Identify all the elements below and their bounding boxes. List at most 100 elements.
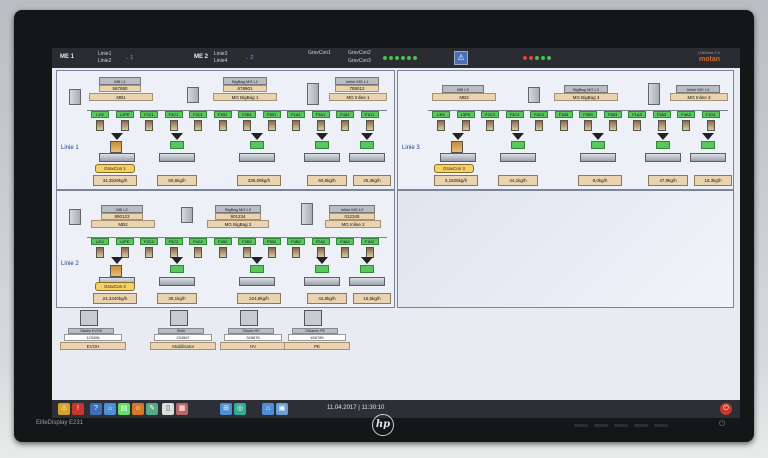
silo-icon[interactable]: [120, 120, 129, 131]
material-tank-icon[interactable]: [240, 310, 258, 326]
dryer-icon[interactable]: [69, 209, 81, 225]
bezel-button[interactable]: [634, 424, 648, 427]
dosing-block[interactable]: [701, 141, 715, 149]
hopper-icon[interactable]: [110, 265, 122, 277]
material-name[interactable]: Stabilisator: [150, 342, 216, 350]
bezel-button[interactable]: [594, 424, 608, 427]
dosing-unit-tag[interactable]: L1IV: [91, 111, 109, 118]
me2-label[interactable]: ME 2: [194, 54, 208, 60]
dosing-unit-tag[interactable]: F2B2: [238, 238, 256, 245]
extruder-icon[interactable]: [645, 153, 681, 162]
silo-icon[interactable]: [96, 120, 104, 131]
bigbag-value[interactable]: 678901: [223, 85, 267, 92]
dosing-unit-tag[interactable]: F4B2: [287, 238, 305, 245]
dosing-unit-tag[interactable]: F2B1: [238, 111, 256, 118]
me1-label[interactable]: ME 1: [60, 54, 74, 60]
silo-icon[interactable]: [243, 247, 251, 258]
material-name[interactable]: HV: [220, 342, 286, 350]
dosing-unit-tag[interactable]: F1B3: [554, 111, 573, 118]
silo-icon[interactable]: [145, 247, 153, 258]
extruder-icon[interactable]: [349, 153, 385, 162]
silo-icon[interactable]: [486, 120, 494, 131]
extruder-icon[interactable]: [159, 153, 195, 162]
material-name[interactable]: PE: [284, 342, 350, 350]
dosing-unit-tag[interactable]: F4C3: [530, 111, 548, 118]
dosing-unit-tag[interactable]: F3A3: [652, 111, 671, 118]
silo-icon[interactable]: [96, 247, 104, 258]
mb-name[interactable]: MB2: [91, 220, 155, 228]
dosing-unit-tag[interactable]: L3IV: [432, 111, 450, 118]
bigbag-value[interactable]: 901234: [215, 213, 261, 220]
inline-name[interactable]: MG Inline 2: [325, 220, 381, 228]
dosing-unit-tag[interactable]: L2PE: [115, 238, 134, 245]
dosing-block[interactable]: [250, 265, 264, 273]
extruder-icon[interactable]: [690, 153, 726, 162]
dosing-block[interactable]: [360, 141, 374, 149]
hopper-icon[interactable]: [451, 141, 463, 153]
silo-icon[interactable]: [292, 120, 300, 131]
inline-name[interactable]: MG Inline 3: [670, 93, 728, 101]
dryer-icon[interactable]: [69, 89, 81, 105]
dosing-block[interactable]: [656, 141, 670, 149]
dosing-unit-tag[interactable]: F3B1: [262, 111, 281, 118]
power-icon[interactable]: ⏻: [719, 419, 725, 429]
bigbag-station-icon[interactable]: [181, 207, 193, 223]
extruder-icon[interactable]: [304, 153, 340, 162]
linie4-label[interactable]: Linie4: [214, 58, 227, 64]
dosing-unit-tag[interactable]: F4C2: [189, 238, 207, 245]
material-value[interactable]: 234567: [154, 334, 212, 341]
silo-icon[interactable]: [461, 120, 470, 131]
silo-icon[interactable]: [341, 120, 349, 131]
bigbag-name[interactable]: MG BigBag 3: [554, 93, 618, 101]
silo-icon[interactable]: [267, 247, 276, 258]
dosing-unit-tag[interactable]: F3C3: [505, 111, 524, 118]
alarm-icon[interactable]: ⚠: [454, 51, 468, 65]
bigbag-station-icon[interactable]: [187, 87, 199, 103]
bezel-button[interactable]: [654, 424, 668, 427]
extruder-icon[interactable]: [580, 153, 616, 162]
dosing-unit-tag[interactable]: F2A2: [311, 238, 330, 245]
hopper-icon[interactable]: [110, 141, 122, 153]
dosing-unit-tag[interactable]: F3C1: [164, 111, 183, 118]
linie2-label[interactable]: Linie2: [98, 58, 111, 64]
mb-value[interactable]: 567890: [99, 85, 141, 92]
mb-name[interactable]: MB1: [89, 93, 153, 101]
silo-icon[interactable]: [316, 120, 325, 131]
silo-icon[interactable]: [365, 120, 374, 131]
dosing-unit-tag[interactable]: F2C2: [140, 238, 158, 245]
silo-icon[interactable]: [218, 247, 227, 258]
silo-icon[interactable]: [437, 120, 445, 131]
bezel-button[interactable]: [614, 424, 628, 427]
dosing-unit-tag[interactable]: F4A3: [677, 111, 695, 118]
dosing-unit-tag[interactable]: L1PE: [115, 111, 134, 118]
silo-icon[interactable]: [682, 120, 690, 131]
bigbag-name[interactable]: MG BigBag 2: [207, 220, 269, 228]
dosing-unit-tag[interactable]: F2B3: [579, 111, 597, 118]
silo-icon[interactable]: [657, 120, 666, 131]
dosing-block[interactable]: [170, 265, 184, 273]
dosing-unit-tag[interactable]: F3B3: [603, 111, 622, 118]
extruder-icon[interactable]: [500, 153, 536, 162]
extruder-icon[interactable]: [239, 153, 275, 162]
material-tank-icon[interactable]: [304, 310, 322, 326]
dosing-unit-tag[interactable]: F1B2: [213, 238, 232, 245]
dosing-unit-tag[interactable]: F2C3: [481, 111, 499, 118]
material-value[interactable]: 123456: [64, 334, 122, 341]
dosing-unit-tag[interactable]: F3B2: [262, 238, 281, 245]
extruder-icon[interactable]: [239, 277, 275, 286]
extruder-icon[interactable]: [440, 153, 476, 162]
extruder-icon[interactable]: [99, 153, 135, 162]
dosing-block[interactable]: [170, 141, 184, 149]
dosing-unit-tag[interactable]: F4A1: [336, 111, 354, 118]
dosing-unit-tag[interactable]: F1A3: [628, 111, 646, 118]
gravcon-button[interactable]: GravCon 1: [95, 164, 135, 173]
dosing-unit-tag[interactable]: F3C2: [164, 238, 183, 245]
inline-value[interactable]: 789012: [335, 85, 379, 92]
gravcon-button[interactable]: GravCon 2: [95, 282, 135, 291]
dosing-unit-tag[interactable]: F1D2: [360, 238, 379, 245]
dosing-unit-tag[interactable]: F4C1: [189, 111, 207, 118]
bigbag-name[interactable]: MG BigBag 1: [213, 93, 277, 101]
dosing-block[interactable]: [315, 141, 329, 149]
dosing-block[interactable]: [511, 141, 525, 149]
material-value[interactable]: 345678: [224, 334, 282, 341]
